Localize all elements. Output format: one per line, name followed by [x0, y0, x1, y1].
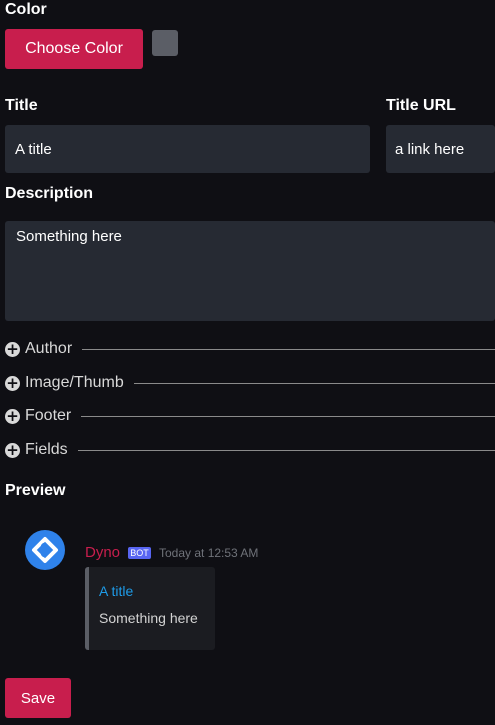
embed-builder: Color Choose Color Title A title Title U…: [0, 0, 495, 725]
divider: [77, 449, 495, 451]
embed-preview: [85, 567, 215, 650]
bot-badge: BOT: [128, 547, 151, 559]
color-label: Color: [5, 1, 47, 18]
section-image-thumb-label: Image/Thumb: [25, 374, 124, 391]
title-url-input[interactable]: a link here: [386, 125, 495, 173]
choose-color-button[interactable]: Choose Color: [5, 29, 143, 69]
bot-name: Dyno: [85, 544, 121, 561]
description-textarea[interactable]: Something here: [5, 221, 495, 321]
save-button[interactable]: Save: [5, 678, 71, 718]
title-input[interactable]: A title: [5, 125, 370, 173]
divider: [133, 382, 495, 384]
plus-circle-icon: +: [5, 339, 20, 358]
description-label: Description: [5, 185, 94, 202]
color-swatch[interactable]: [152, 30, 178, 56]
title-label: Title: [5, 97, 38, 114]
divider: [81, 415, 495, 417]
embed-description: Something here: [99, 610, 198, 626]
plus-circle-icon: +: [5, 406, 20, 425]
preview-label: Preview: [5, 482, 66, 499]
embed-title[interactable]: A title: [99, 583, 133, 599]
avatar: [25, 530, 65, 570]
section-image-thumb[interactable]: + Image/Thumb: [5, 373, 495, 393]
plus-circle-icon: +: [5, 440, 20, 459]
title-url-label: Title URL: [386, 97, 456, 114]
message-timestamp: Today at 12:53 AM: [159, 546, 259, 560]
section-author[interactable]: + Author: [5, 339, 495, 359]
section-footer[interactable]: + Footer: [5, 406, 495, 426]
section-author-label: Author: [25, 340, 73, 357]
section-fields[interactable]: + Fields: [5, 440, 495, 460]
divider: [82, 348, 495, 350]
section-fields-label: Fields: [25, 441, 68, 458]
dyno-logo-icon: [32, 537, 58, 563]
plus-circle-icon: +: [5, 373, 20, 392]
section-footer-label: Footer: [25, 407, 72, 424]
